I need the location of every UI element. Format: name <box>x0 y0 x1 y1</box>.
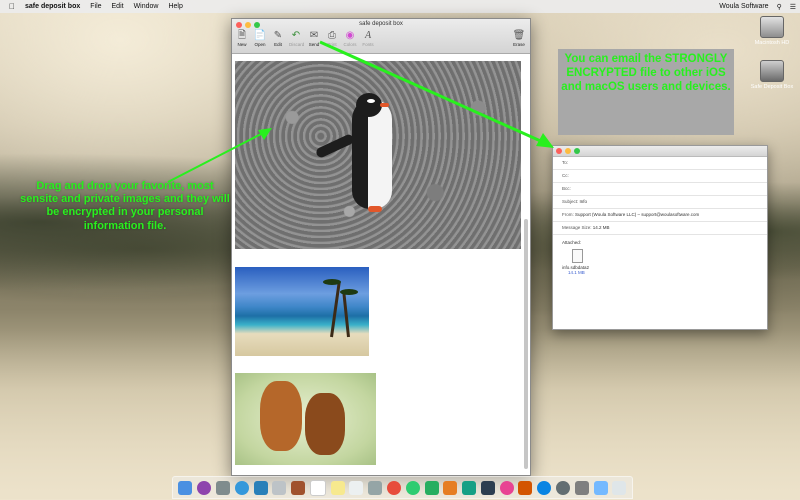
maps-icon[interactable] <box>368 480 383 495</box>
itunes-icon[interactable] <box>499 480 514 495</box>
messages-icon[interactable] <box>405 480 420 495</box>
photos-icon[interactable] <box>386 480 401 495</box>
dock <box>172 476 633 499</box>
facetime-icon[interactable] <box>424 480 439 495</box>
safari-icon[interactable] <box>234 480 249 495</box>
numbers-icon[interactable] <box>462 480 477 495</box>
pages-icon[interactable] <box>443 480 458 495</box>
system-preferences-icon[interactable] <box>556 480 571 495</box>
calendar-icon[interactable] <box>309 479 326 496</box>
app-store-icon[interactable] <box>537 480 552 495</box>
downloads-folder-icon[interactable] <box>593 480 608 495</box>
launchpad-icon[interactable] <box>215 480 230 495</box>
callout-arrows <box>167 40 554 183</box>
contacts-icon[interactable] <box>272 480 287 495</box>
notes-icon[interactable] <box>330 480 345 495</box>
notes-book-icon[interactable] <box>291 480 306 495</box>
keynote-icon[interactable] <box>480 480 495 495</box>
safe-deposit-box-dock-icon[interactable] <box>574 480 589 495</box>
arrow-to-mail <box>319 40 546 145</box>
finder-icon[interactable] <box>178 480 193 495</box>
reminders-icon[interactable] <box>349 480 364 495</box>
mail-icon[interactable] <box>253 480 268 495</box>
trash-icon[interactable] <box>612 480 627 495</box>
ibooks-icon[interactable] <box>518 480 533 495</box>
siri-icon[interactable] <box>197 480 212 495</box>
arrow-to-penguin <box>167 131 266 183</box>
